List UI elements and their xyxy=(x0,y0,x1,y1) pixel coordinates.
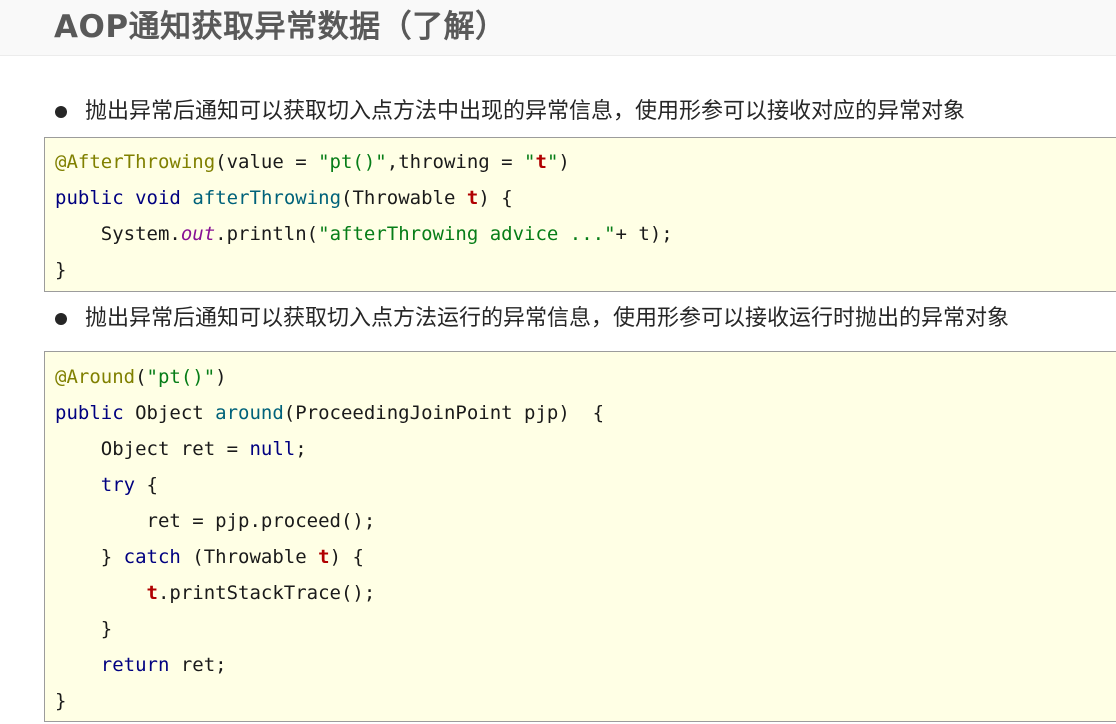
code-line: @AfterThrowing(value = "pt()",throwing =… xyxy=(55,150,570,174)
code-block-after-throwing: @AfterThrowing(value = "pt()",throwing =… xyxy=(44,137,1116,292)
code-line: ret = pjp.proceed(); xyxy=(55,509,376,533)
code-block-around: @Around("pt()") public Object around(Pro… xyxy=(44,351,1116,722)
code-token: } xyxy=(55,618,113,640)
code-token: t xyxy=(146,582,158,604)
code-token: @AfterThrowing xyxy=(55,151,216,173)
code-token: (value = xyxy=(215,151,319,173)
code-line: } xyxy=(55,689,66,713)
code-token: Object xyxy=(123,402,216,424)
code-token: @Around xyxy=(55,366,136,388)
code-line: } catch (Throwable t) { xyxy=(55,545,364,569)
code-line: public Object around(ProceedingJoinPoint… xyxy=(55,401,604,425)
code-token: ret; xyxy=(169,654,227,676)
code-token: .println( xyxy=(215,223,319,245)
code-token: Object ret = xyxy=(55,438,250,460)
code-token: ) xyxy=(558,151,570,173)
code-token: + t); xyxy=(615,223,673,245)
code-token: catch xyxy=(123,546,181,568)
code-token: public xyxy=(55,402,124,424)
code-line: public void afterThrowing(Throwable t) { xyxy=(55,186,513,210)
code-token: return xyxy=(100,654,170,676)
code-token: ; xyxy=(295,438,307,460)
code-token: } xyxy=(55,690,67,712)
bullet-text-1: 抛出异常后通知可以获取切入点方法中出现的异常信息，使用形参可以接收对应的异常对象 xyxy=(85,99,966,124)
code-token: " xyxy=(546,151,559,173)
code-token: System. xyxy=(55,223,181,245)
code-token: public xyxy=(55,187,124,209)
code-token: ) { xyxy=(329,546,364,568)
code-token: afterThrowing xyxy=(192,187,342,209)
code-token: void xyxy=(135,187,181,209)
code-token: ( xyxy=(135,366,147,388)
code-token: t xyxy=(318,546,330,568)
code-line: } xyxy=(55,617,112,641)
code-line: } xyxy=(55,258,66,282)
code-token: (Throwable xyxy=(341,187,467,209)
code-line: return ret; xyxy=(55,653,227,677)
code-token: (ProceedingJoinPoint pjp) { xyxy=(283,402,605,424)
code-token: " xyxy=(524,151,536,173)
code-token: try xyxy=(100,474,136,496)
code-token: } xyxy=(55,546,124,568)
page-title: AOP通知获取异常数据（了解） xyxy=(54,9,507,45)
code-token: around xyxy=(215,402,284,424)
code-token: "pt()" xyxy=(318,151,387,173)
code-token: { xyxy=(135,474,158,496)
code-token: t xyxy=(535,151,547,173)
bullet-dot-icon xyxy=(55,313,67,325)
bullet-dot-icon xyxy=(55,106,67,118)
code-line: System.out.println("afterThrowing advice… xyxy=(55,222,673,246)
bullet-item-2: 抛出异常后通知可以获取切入点方法运行的异常信息，使用形参可以接收运行时抛出的异常… xyxy=(55,304,1009,334)
code-line: t.printStackTrace(); xyxy=(55,581,376,605)
code-token: "afterThrowing advice ..." xyxy=(318,223,616,245)
code-line: Object ret = null; xyxy=(55,437,307,461)
code-token: } xyxy=(55,259,67,281)
code-token: "pt()" xyxy=(146,366,216,388)
code-token: (Throwable xyxy=(180,546,319,568)
code-token: .printStackTrace(); xyxy=(157,582,376,604)
code-token: null xyxy=(249,438,296,460)
title-bar: AOP通知获取异常数据（了解） xyxy=(0,0,1116,56)
code-token: ,throwing = xyxy=(386,151,525,173)
code-token: out xyxy=(180,223,216,245)
code-line: try { xyxy=(55,473,158,497)
bullet-item-1: 抛出异常后通知可以获取切入点方法中出现的异常信息，使用形参可以接收对应的异常对象 xyxy=(55,97,965,127)
code-token: ) { xyxy=(478,187,513,209)
code-token: ret = pjp.proceed(); xyxy=(55,510,376,532)
slide: AOP通知获取异常数据（了解） 抛出异常后通知可以获取切入点方法中出现的异常信息… xyxy=(0,0,1116,724)
code-token: ) xyxy=(215,366,227,388)
code-token: t xyxy=(466,187,479,209)
bullet-text-2: 抛出异常后通知可以获取切入点方法运行的异常信息，使用形参可以接收运行时抛出的异常… xyxy=(85,306,1010,331)
code-line: @Around("pt()") xyxy=(55,365,227,389)
